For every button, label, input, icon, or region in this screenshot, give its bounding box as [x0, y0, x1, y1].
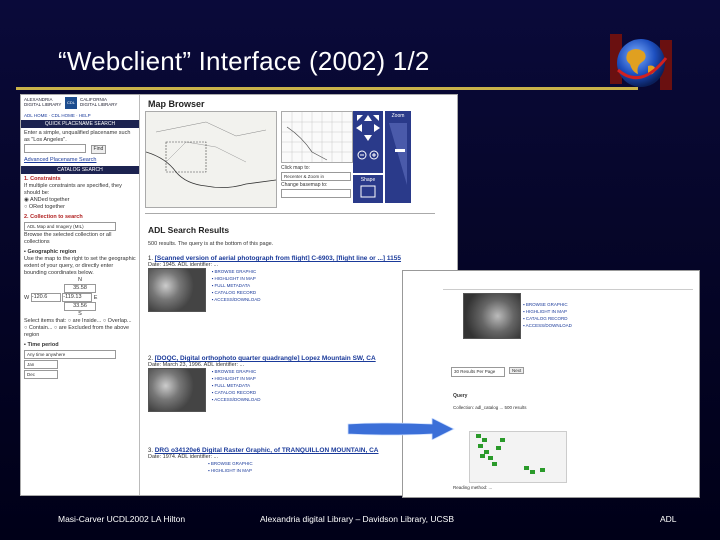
click-map-label: Click map to:: [281, 165, 310, 171]
advanced-search-link[interactable]: Advanced Placename Search: [21, 157, 139, 164]
overlay-header: [443, 275, 693, 290]
constraints-text: If multiple constraints are specified, t…: [24, 182, 122, 196]
collection-text[interactable]: Browse the selected collection or all co…: [21, 232, 139, 246]
and-radio-icon[interactable]: ◉: [24, 197, 29, 203]
cdl-logo: CDL: [65, 97, 77, 109]
highlight-map-link[interactable]: HIGHLIGHT IN MAP: [523, 308, 572, 315]
section-divider: [145, 213, 435, 214]
overlay-actions: BROWSE GRAPHIC HIGHLIGHT IN MAP CATALOG …: [523, 301, 572, 329]
query-label: Query: [453, 393, 468, 399]
month-from-select[interactable]: Jan: [24, 359, 58, 369]
west-coord-input[interactable]: -120.6: [30, 292, 61, 302]
results-per-page-select[interactable]: 30 Results Per Page: [451, 367, 505, 377]
quick-search-bar: QUICK PLACENAME SEARCH: [21, 120, 139, 128]
geo-text: Use the map to the right to set the geog…: [24, 255, 136, 276]
zoom-slider[interactable]: Zoom: [385, 111, 411, 203]
query-footprint-map: [469, 431, 567, 483]
title-rule: [16, 87, 638, 90]
basemap-select[interactable]: [281, 189, 351, 198]
result-title-link[interactable]: [Scanned version of aerial photograph fr…: [155, 255, 401, 262]
map-browser-title: Map Browser: [148, 99, 205, 109]
placename-input[interactable]: [24, 144, 86, 153]
catalog-record-link[interactable]: CATALOG RECORD: [523, 315, 572, 322]
time-heading: ▪ Time period: [24, 341, 59, 348]
highlight-map-link[interactable]: HIGHLIGHT IN MAP: [212, 275, 261, 282]
result-thumbnail[interactable]: [148, 368, 206, 412]
month-to-select[interactable]: Dec: [24, 369, 58, 379]
cdl-text-logo: CALIFORNIA DIGITAL LIBRARY: [80, 97, 118, 107]
full-metadata-link[interactable]: FULL METADATA: [212, 382, 261, 389]
click-map-controls: Click map to: Recenter & Zoom in Change …: [281, 165, 351, 199]
access-download-link[interactable]: ACCESS/DOWNLOAD: [212, 296, 260, 303]
globe-logo-icon: [610, 34, 672, 90]
footer-center: Alexandria digital Library – Davidson Li…: [260, 514, 455, 524]
catalog-record-link[interactable]: CATALOG RECORD: [212, 389, 261, 396]
and-label: ANDed together: [30, 196, 70, 203]
logo-row: ALEXANDRIA DIGITAL LIBRARY CDL CALIFORNI…: [21, 95, 139, 113]
results-title: ADL Search Results: [148, 225, 230, 235]
access-download-link[interactable]: ACCESS/DOWNLOAD: [523, 322, 572, 329]
footer-left: Masi-Carver UCDL2002 LA Hilton: [58, 514, 186, 524]
results-footer-screenshot: BROWSE GRAPHIC HIGHLIGHT IN MAP CATALOG …: [402, 270, 700, 498]
adl-logo: ALEXANDRIA DIGITAL LIBRARY: [24, 97, 62, 107]
highlight-map-link[interactable]: HIGHLIGHT IN MAP: [212, 375, 261, 382]
north-coord-input[interactable]: 35.58: [64, 283, 96, 293]
overlay-thumbnail[interactable]: [463, 293, 521, 339]
geo-heading: ▪ Geographic region: [24, 248, 77, 255]
nav-links[interactable]: ADL HOME · CDL HOME · HELP: [21, 113, 139, 118]
select-items-text[interactable]: Select items that: ○ are Inside... ○ Ove…: [21, 318, 139, 339]
next-button[interactable]: Next: [509, 367, 525, 374]
quick-search-text: Enter a simple, unqualified placename su…: [24, 130, 131, 143]
search-panel: ALEXANDRIA DIGITAL LIBRARY CDL CALIFORNI…: [21, 95, 140, 495]
south-coord-input[interactable]: 33.56: [64, 301, 96, 311]
result-actions: BROWSE GRAPHIC HIGHLIGHT IN MAP FULL MET…: [212, 368, 261, 403]
result-title-link[interactable]: DRG o34120e6 Digital Raster Graphic, of …: [155, 447, 379, 454]
browse-graphic-link[interactable]: BROWSE GRAPHIC: [212, 368, 261, 375]
result-actions: BROWSE GRAPHIC HIGHLIGHT IN MAP FULL MET…: [212, 268, 261, 303]
east-coord-input[interactable]: -119.13: [62, 292, 93, 302]
footer-right: ADL: [660, 514, 677, 524]
constraints-heading: 1. Constraints: [24, 175, 61, 182]
catalog-record-link[interactable]: CATALOG RECORD: [212, 289, 261, 296]
results-summary: 500 results. The query is at the bottom …: [148, 241, 274, 247]
browse-graphic-link[interactable]: BROWSE GRAPHIC: [208, 460, 253, 467]
or-label: ORed together: [28, 203, 65, 210]
full-metadata-link[interactable]: FULL METADATA: [212, 282, 261, 289]
slide-title: “Webclient” Interface (2002) 1/2: [58, 46, 430, 76]
shape-box-icon[interactable]: [353, 183, 383, 201]
browse-graphic-link[interactable]: BROWSE GRAPHIC: [523, 301, 572, 308]
browse-graphic-link[interactable]: BROWSE GRAPHIC: [212, 268, 261, 275]
time-select[interactable]: Any time anywhere: [24, 349, 116, 359]
collection-select[interactable]: ADL Map and Imagery (MIL): [24, 221, 116, 231]
result-title-link[interactable]: [DOQC, Digital orthophoto quarter quadra…: [155, 355, 376, 362]
overlay-footer-text: Reading method: ...: [453, 485, 493, 490]
change-basemap-label: Change basemap to:: [281, 182, 328, 188]
access-download-link[interactable]: ACCESS/DOWNLOAD: [212, 396, 260, 403]
collection-heading: 2. Collection to search: [24, 213, 83, 220]
shape-panel[interactable]: Shape: [353, 175, 383, 203]
pan-arrows-icon[interactable]: [353, 111, 383, 173]
result-actions: BROWSE GRAPHIC HIGHLIGHT IN MAP: [208, 460, 253, 474]
query-collection-line: Collection: adl_catalog ... 500 results: [453, 405, 527, 410]
click-map-select[interactable]: Recenter & Zoom in: [281, 172, 351, 181]
result-thumbnail[interactable]: [148, 268, 206, 312]
map-view[interactable]: [145, 111, 277, 208]
highlight-map-link[interactable]: HIGHLIGHT IN MAP: [208, 467, 253, 474]
or-radio-icon[interactable]: ○: [24, 204, 27, 210]
callout-arrow-icon: [347, 418, 455, 440]
catalog-search-bar: CATALOG SEARCH: [21, 165, 139, 174]
zoom-scale-icon[interactable]: [385, 119, 411, 189]
locator-grid[interactable]: [281, 111, 353, 163]
find-button[interactable]: Find: [90, 144, 107, 154]
